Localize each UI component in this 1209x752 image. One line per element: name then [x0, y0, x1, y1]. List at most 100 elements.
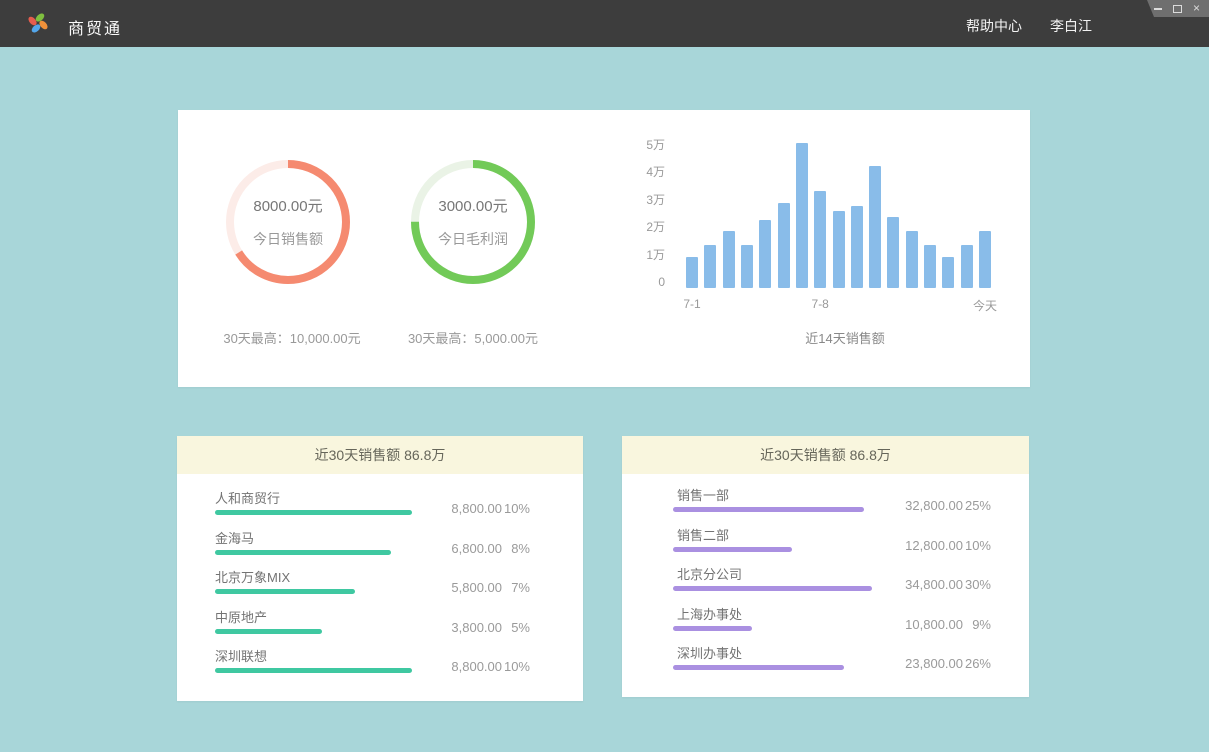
bar-day-3 — [723, 231, 735, 288]
row-percent: 10% — [963, 537, 991, 555]
row-values: 23,800.0026% — [873, 655, 991, 673]
row-name-label: 北京分公司 — [677, 566, 742, 584]
row-name-label: 中原地产 — [215, 609, 267, 627]
row-progress-bar — [673, 626, 752, 631]
row-name-label: 深圳联想 — [215, 648, 267, 666]
row-progress-bar — [215, 629, 322, 634]
list-row: 深圳办事处 23,800.0026% — [622, 641, 1029, 681]
bar-day-9 — [833, 211, 845, 288]
y-axis-tick: 5万 — [621, 137, 665, 153]
sales-14day-bar-chart — [686, 138, 991, 288]
row-values: 6,800.008% — [412, 540, 530, 558]
departments-ranking-card: 近30天销售额 86.8万 销售一部 32,800.0025% 销售二部 12,800… — [622, 436, 1029, 697]
username-menu[interactable]: 李白江 — [1050, 16, 1092, 36]
list-row: 销售一部 32,800.0025% — [622, 483, 1029, 523]
row-amount: 34,800.00 — [873, 576, 963, 594]
row-percent: 30% — [963, 576, 991, 594]
row-percent: 7% — [502, 579, 530, 597]
bar-day-2 — [704, 245, 716, 288]
window-controls: × — [1147, 0, 1209, 17]
bar-day-4 — [741, 245, 753, 288]
row-name-label: 深圳办事处 — [677, 645, 742, 663]
row-amount: 3,800.00 — [412, 619, 502, 637]
row-percent: 9% — [963, 616, 991, 634]
titlebar-menu: 帮助中心 李白江 — [966, 16, 1092, 36]
help-center-link[interactable]: 帮助中心 — [966, 16, 1022, 36]
x-axis-tick: 7-1 — [662, 297, 722, 311]
row-name-label: 上海办事处 — [677, 606, 742, 624]
y-axis-tick: 4万 — [621, 164, 665, 180]
today-profit-donut: 3000.00元今日毛利润 — [411, 160, 535, 284]
departments-rows: 销售一部 32,800.0025% 销售二部 12,800.0010% 北京分公司 34,… — [622, 483, 1029, 681]
row-name-label: 销售二部 — [677, 527, 729, 545]
bar-day-16 — [961, 245, 973, 288]
row-values: 32,800.0025% — [873, 497, 991, 515]
row-percent: 25% — [963, 497, 991, 515]
list-row: 销售二部 12,800.0010% — [622, 523, 1029, 563]
bar-day-8 — [814, 191, 826, 288]
row-progress-bar — [215, 668, 412, 673]
list-row: 北京分公司 34,800.0030% — [622, 562, 1029, 602]
minimize-icon[interactable] — [1154, 8, 1162, 10]
row-percent: 10% — [502, 500, 530, 518]
departments-card-header: 近30天销售额 86.8万 — [622, 436, 1029, 474]
x-axis-tick: 今天 — [955, 297, 1015, 314]
donut-caption-label: 今日销售额 — [253, 229, 323, 249]
today-profit-donut-labels: 3000.00元今日毛利润 — [411, 160, 535, 284]
maximize-icon[interactable] — [1173, 5, 1182, 13]
row-amount: 32,800.00 — [873, 497, 963, 515]
row-progress-bar — [215, 510, 412, 515]
x-axis-tick: 7-8 — [790, 297, 850, 311]
y-axis-tick: 1万 — [621, 247, 665, 263]
row-progress-bar — [215, 550, 391, 555]
bar-day-5 — [759, 220, 771, 288]
donut-value-label: 3000.00元 — [438, 195, 507, 216]
row-percent: 10% — [502, 658, 530, 676]
row-amount: 12,800.00 — [873, 537, 963, 555]
bar-day-6 — [778, 203, 790, 288]
row-progress-bar — [215, 589, 355, 594]
list-row: 深圳联想 8,800.0010% — [177, 644, 583, 684]
sales-30day-max-label: 30天最高：10,000.00元 — [196, 328, 388, 347]
row-progress-bar — [673, 665, 844, 670]
y-axis-tick: 3万 — [621, 192, 665, 208]
row-amount: 8,800.00 — [412, 500, 502, 518]
today-sales-donut: 8000.00元今日销售额 — [226, 160, 350, 284]
bar-day-13 — [906, 231, 918, 288]
bar-day-7 — [796, 143, 808, 288]
y-axis-tick: 0 — [621, 274, 665, 290]
row-amount: 5,800.00 — [412, 579, 502, 597]
row-amount: 10,800.00 — [873, 616, 963, 634]
row-percent: 26% — [963, 655, 991, 673]
bar-day-1 — [686, 257, 698, 288]
y-axis-tick: 2万 — [621, 219, 665, 235]
list-row: 人和商贸行 8,800.0010% — [177, 486, 583, 526]
row-name-label: 人和商贸行 — [215, 490, 280, 508]
list-row: 上海办事处 10,800.009% — [622, 602, 1029, 642]
titlebar: 商贸通 帮助中心 李白江 × — [0, 0, 1209, 47]
row-amount: 6,800.00 — [412, 540, 502, 558]
bar-day-14 — [924, 245, 936, 288]
row-progress-bar — [673, 547, 792, 552]
bar-day-10 — [851, 206, 863, 288]
row-values: 8,800.0010% — [412, 500, 530, 518]
row-name-label: 金海马 — [215, 530, 254, 548]
row-amount: 23,800.00 — [873, 655, 963, 673]
row-progress-bar — [673, 507, 864, 512]
row-progress-bar — [673, 586, 872, 591]
donut-caption-label: 今日毛利润 — [438, 229, 508, 249]
app-logo-pinwheel-icon — [27, 12, 49, 34]
bar-chart-title: 近14天销售额 — [745, 328, 945, 347]
list-row: 北京万象MIX5,800.007% — [177, 565, 583, 605]
row-values: 10,800.009% — [873, 616, 991, 634]
row-values: 34,800.0030% — [873, 576, 991, 594]
list-row: 中原地产3,800.005% — [177, 605, 583, 645]
customers-rows: 人和商贸行8,800.0010%金海马6,800.008%北京万象MIX5,80… — [177, 486, 583, 684]
close-icon[interactable]: × — [1193, 2, 1200, 14]
customers-card-header: 近30天销售额 86.8万 — [177, 436, 583, 474]
row-name-label: 销售一部 — [677, 487, 729, 505]
row-values: 8,800.0010% — [412, 658, 530, 676]
donut-value-label: 8000.00元 — [253, 195, 322, 216]
app-title: 商贸通 — [68, 15, 122, 39]
row-percent: 8% — [502, 540, 530, 558]
